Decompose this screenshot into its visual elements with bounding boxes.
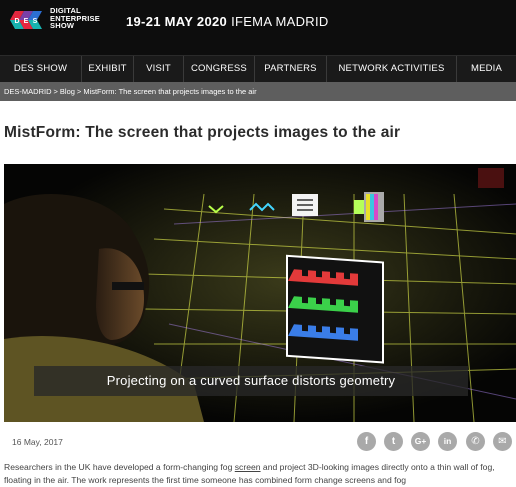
logo-line-3: SHOW (50, 21, 75, 30)
logo-letter-d: D (14, 18, 19, 25)
screen-link[interactable]: screen (235, 462, 261, 472)
nav-item-partners[interactable]: PARTNERS (255, 56, 327, 82)
breadcrumb-home[interactable]: DES-MADRID (4, 87, 52, 96)
facebook-icon[interactable]: f (357, 432, 376, 451)
linkedin-icon[interactable]: in (438, 432, 457, 451)
email-icon[interactable]: ✉ (493, 432, 512, 451)
breadcrumb-current: MistForm: The screen that projects image… (83, 87, 257, 96)
breadcrumb-separator: > (76, 87, 82, 96)
breadcrumb-blog[interactable]: Blog (60, 87, 75, 96)
logo-letter-e: E (24, 18, 29, 25)
nav-item-exhibit[interactable]: EXHIBIT (82, 56, 134, 82)
logo-wordmark[interactable]: DIGITAL ENTERPRISE SHOW (50, 7, 100, 30)
page-title: MistForm: The screen that projects image… (4, 124, 401, 141)
logo-letter-s: S (33, 18, 38, 25)
nav-item-congress[interactable]: CONGRESS (184, 56, 255, 82)
main-nav: DES SHOW EXHIBIT VISIT CONGRESS PARTNERS… (0, 55, 516, 82)
article-date: 16 May, 2017 (12, 437, 63, 447)
whatsapp-icon[interactable]: ✆ (466, 432, 485, 451)
nav-item-media[interactable]: MEDIA (457, 56, 516, 82)
google-plus-icon[interactable]: G+ (411, 432, 430, 451)
nav-item-des-show[interactable]: DES SHOW (0, 56, 82, 82)
event-venue: IFEMA MADRID (231, 14, 329, 29)
event-dates: 19-21 MAY 2020 IFEMA MADRID (126, 14, 329, 29)
twitter-icon[interactable]: t (384, 432, 403, 451)
breadcrumb-separator: > (53, 87, 58, 96)
image-caption: Projecting on a curved surface distorts … (34, 366, 468, 396)
top-bar: D E S DIGITAL ENTERPRISE SHOW 19-21 MAY … (0, 0, 516, 55)
article-hero-image: Projecting on a curved surface distorts … (4, 164, 516, 422)
des-logo[interactable]: D E S (4, 5, 48, 35)
nav-item-network-activities[interactable]: NETWORK ACTIVITIES (327, 56, 457, 82)
event-date-range: 19-21 MAY 2020 (126, 14, 228, 29)
breadcrumb: DES-MADRID > Blog > MistForm: The screen tha… (0, 82, 516, 101)
article-body-part-1: Researchers in the UK have developed a f… (4, 462, 235, 472)
article-body: Researchers in the UK have developed a f… (4, 461, 514, 487)
nav-item-visit[interactable]: VISIT (134, 56, 184, 82)
